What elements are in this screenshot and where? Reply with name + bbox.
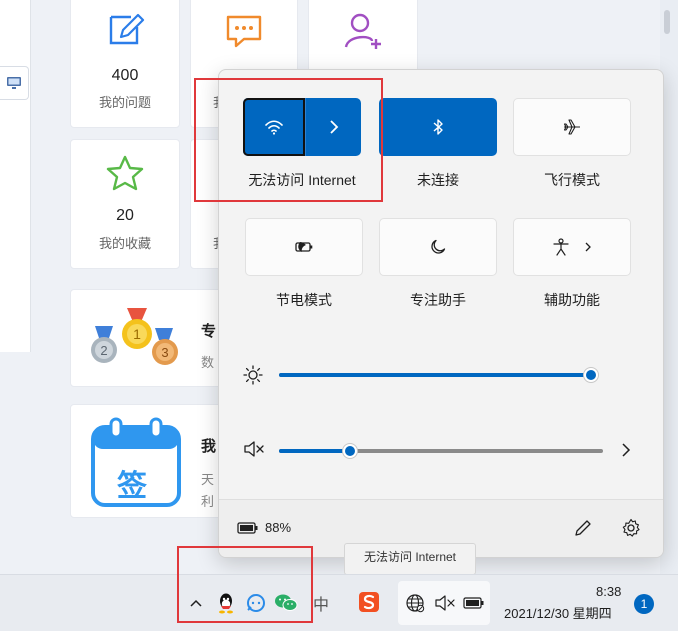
network-globe-icon[interactable] xyxy=(403,590,427,616)
focus-assist-tile[interactable] xyxy=(379,218,497,276)
airplane-icon xyxy=(563,119,580,135)
pencil-icon xyxy=(575,520,591,536)
bluetooth-tile-label: 未连接 xyxy=(417,172,459,188)
medals-icon: 1 2 3 xyxy=(89,306,185,375)
medal-subtitle: 数 xyxy=(201,355,215,370)
notification-badge[interactable]: 1 xyxy=(634,594,654,614)
volume-fill xyxy=(279,449,349,453)
note-edit-icon xyxy=(71,11,179,49)
card-my-favorites[interactable]: 20 我的收藏 xyxy=(70,139,180,269)
calendar-sign-icon: 签 xyxy=(89,417,183,514)
monitor-icon xyxy=(7,77,21,89)
settings-button[interactable] xyxy=(621,518,641,543)
scrollbar-thumb[interactable] xyxy=(664,10,670,34)
bluetooth-icon xyxy=(433,119,443,135)
svg-text:3: 3 xyxy=(161,345,168,360)
battery-saver-tile[interactable] xyxy=(245,218,363,276)
svg-text:1: 1 xyxy=(133,326,141,342)
moon-icon xyxy=(431,239,446,254)
brightness-fill xyxy=(279,373,591,377)
focus-assist-tile-label: 专注助手 xyxy=(410,292,466,308)
gear-icon xyxy=(622,518,640,537)
star-icon xyxy=(71,154,179,192)
battery-tray-icon[interactable] xyxy=(461,590,487,616)
battery-status[interactable]: 88% xyxy=(237,520,291,535)
battery-saver-icon xyxy=(295,242,313,252)
left-panel xyxy=(0,0,31,352)
airplane-mode-tile[interactable] xyxy=(513,98,631,156)
volume-tray-icon[interactable] xyxy=(433,590,457,616)
sign-line2: 利 xyxy=(201,494,215,509)
sun-icon xyxy=(243,365,263,390)
volume-muted-icon[interactable] xyxy=(243,440,265,463)
clock-time[interactable]: 8:38 xyxy=(596,584,621,599)
sign-line1: 天 xyxy=(201,472,215,487)
edit-quick-settings-button[interactable] xyxy=(573,518,593,543)
card-add-user[interactable] xyxy=(308,0,418,78)
brightness-slider-thumb[interactable] xyxy=(583,367,599,383)
accessibility-tile[interactable] xyxy=(513,218,631,276)
chat-bubble-icon xyxy=(191,11,297,49)
clock-date[interactable]: 2021/12/30 星期四 xyxy=(504,603,612,622)
audio-output-chevron-icon[interactable] xyxy=(621,442,631,463)
medal-title: 专 xyxy=(201,323,217,340)
sogou-ime-icon[interactable] xyxy=(356,589,382,615)
bluetooth-tile[interactable] xyxy=(379,98,497,156)
monitor-tab[interactable] xyxy=(0,66,29,100)
network-tooltip: 无法访问 Internet xyxy=(344,543,476,575)
add-user-icon xyxy=(309,11,417,51)
card-number: 20 xyxy=(116,207,134,224)
sign-char: 签 xyxy=(117,469,147,504)
sign-title: 我 xyxy=(201,438,217,455)
highlight-tray-icons xyxy=(177,546,313,623)
highlight-wifi-tile xyxy=(194,78,383,202)
battery-saver-tile-label: 节电模式 xyxy=(276,292,332,308)
battery-icon xyxy=(237,521,258,534)
card-label: 我的问题 xyxy=(98,95,151,110)
card-number: 400 xyxy=(111,67,139,84)
airplane-mode-tile-label: 飞行模式 xyxy=(544,172,600,188)
battery-percent: 88% xyxy=(265,520,292,535)
card-my-questions[interactable]: 400 我的问题 xyxy=(70,0,180,128)
card-label: 我的收藏 xyxy=(98,236,151,251)
svg-text:2: 2 xyxy=(100,343,107,358)
accessibility-tile-label: 辅助功能 xyxy=(544,292,600,308)
accessibility-icon xyxy=(553,238,591,256)
volume-slider-thumb[interactable] xyxy=(342,443,358,459)
